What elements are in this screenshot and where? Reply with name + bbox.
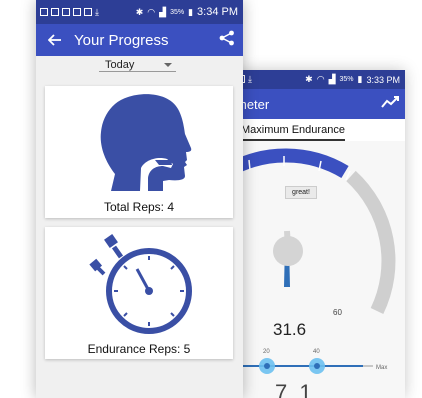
status-bar: ⤓ ✱ ◠ ▟ 35% ▮ 3:34 PM xyxy=(36,0,243,24)
battery-percent: 35% xyxy=(170,8,185,16)
status-bar: ⤓ ✱ ◠ ▟ 35% ▮ 3:33 PM xyxy=(233,70,405,89)
status-icons-right: ✱ ◠ ▟ 35% ▮ 3:34 PM xyxy=(136,6,243,18)
download-icon: ⤓ xyxy=(248,74,252,84)
share-icon[interactable] xyxy=(219,30,235,51)
endurance-reps-label: Endurance Reps: 5 xyxy=(87,342,191,356)
notification-icon xyxy=(40,7,48,16)
signal-icon: ▟ xyxy=(328,74,336,84)
wifi-icon: ◠ xyxy=(147,6,156,17)
status-time: 3:34 PM xyxy=(197,6,238,18)
tab-maximum-endurance[interactable]: Maximum Endurance xyxy=(241,124,345,141)
gallery-icon xyxy=(51,7,59,16)
progress-screen: ⤓ ✱ ◠ ▟ 35% ▮ 3:34 PM Your Progress Toda… xyxy=(36,0,243,398)
gauge-tick-high: 60 xyxy=(333,308,342,317)
tab-bar: Maximum Endurance xyxy=(233,119,405,141)
head-profile-icon xyxy=(100,94,192,191)
battery-icon: ▮ xyxy=(357,74,363,84)
gauge xyxy=(233,141,405,398)
dropdown-arrow-icon xyxy=(164,62,172,67)
image-icon xyxy=(84,7,92,16)
app-bar: Your Progress xyxy=(36,24,243,56)
gauge-arc-remaining xyxy=(346,170,396,315)
date-range-value: Today xyxy=(105,58,135,71)
total-reps-card[interactable]: Total Reps: 4 xyxy=(45,86,233,218)
gauge-value: 31.6 xyxy=(273,320,307,339)
wifi-icon: ◠ xyxy=(316,74,325,84)
gauge-tooltip: great! xyxy=(285,186,317,199)
app-bar: meter xyxy=(233,89,405,119)
status-icons-left: ⤓ xyxy=(36,6,99,17)
stopwatch-icon xyxy=(89,234,192,334)
download-icon: ⤓ xyxy=(95,6,99,17)
accessibility-icon xyxy=(73,7,81,16)
status-icons-right: ✱ ◠ ▟ 35% ▮ 3:33 PM xyxy=(305,75,405,85)
meter-screen: ⤓ ✱ ◠ ▟ 35% ▮ 3:33 PM meter Maximum Endu… xyxy=(233,70,405,398)
battery-percent: 35% xyxy=(339,76,354,83)
slider-mark-20: 20 xyxy=(263,349,270,355)
bluetooth-icon: ✱ xyxy=(135,6,144,17)
back-arrow-icon[interactable] xyxy=(36,34,74,46)
slider-max-label: Max xyxy=(376,365,388,371)
bluetooth-icon: ✱ xyxy=(305,74,313,84)
document-icon xyxy=(62,7,70,16)
signal-icon: ▟ xyxy=(159,6,167,17)
date-range-dropdown[interactable]: Today xyxy=(99,58,176,72)
endurance-reps-card[interactable]: Endurance Reps: 5 xyxy=(45,227,233,359)
partial-value: 7 1 xyxy=(275,380,315,398)
trend-chart-icon[interactable] xyxy=(381,95,399,113)
screen-title: Your Progress xyxy=(74,31,169,49)
status-time: 3:33 PM xyxy=(366,74,400,85)
battery-icon: ▮ xyxy=(188,6,194,17)
slider-mark-40: 40 xyxy=(313,349,320,355)
total-reps-label: Total Reps: 4 xyxy=(103,200,175,214)
